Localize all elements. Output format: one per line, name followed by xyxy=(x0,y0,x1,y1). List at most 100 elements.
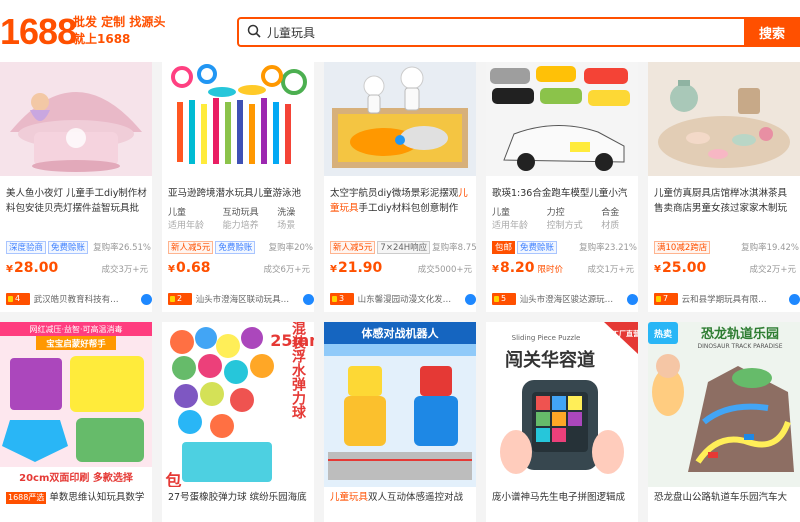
wangwang-chat-icon[interactable] xyxy=(789,293,800,305)
tag: 深度验商 xyxy=(6,240,47,254)
shop-row[interactable]: 7年 云和县学期玩具有限… xyxy=(648,290,800,312)
product-card[interactable]: 美人鱼小夜灯 儿童手工diy制作材料包安徒贝壳灯摆件益智玩具批发 深度验商 免费… xyxy=(0,62,152,312)
product-image[interactable]: Sliding Piece Puzzle 闯关华容道 工厂直营 xyxy=(486,322,638,487)
search-button[interactable]: 搜索 xyxy=(744,17,800,47)
attr: 洗澡 场景 xyxy=(277,208,296,231)
search-input[interactable] xyxy=(267,22,727,42)
product-image[interactable]: 热卖 恐龙轨道乐园 DINOSAUR TRACK PARADISE xyxy=(648,322,800,487)
shop-row[interactable]: 2年 汕头市澄海区联动玩具… xyxy=(162,290,314,312)
product-card[interactable]: 歌瑛1:36合金跑车模型儿童小汽车赛 儿童适用年龄 力控控制方式 合金材质 包邮… xyxy=(486,62,638,312)
product-card[interactable]: 网红减压·益智·可高温消毒 宝宝启蒙好帮手 20cm双面印刷 多款选择 1688… xyxy=(0,322,152,522)
shop-name[interactable]: 武汉皓贝教育科技有… xyxy=(34,293,138,305)
rebuy-rate: 复购率23.21% xyxy=(579,243,637,253)
price-row: ¥8.20 限时价 成交1万+元 xyxy=(492,260,634,284)
product-image[interactable] xyxy=(162,62,314,176)
product-tags: 深度验商 免费赊账 复购率26.51% xyxy=(6,240,151,254)
tag: 免费赊账 xyxy=(215,240,256,254)
rebuy-rate: 复购率20% xyxy=(268,243,313,253)
attr: 合金 材质 xyxy=(601,208,620,231)
sold-amount: 成交2万+元 xyxy=(749,265,796,275)
wangwang-chat-icon[interactable] xyxy=(465,293,476,305)
rebuy-rate: 复购率19.42% xyxy=(741,243,799,253)
product-image[interactable] xyxy=(648,62,800,176)
shop-years-badge: 5年 xyxy=(492,293,516,312)
product-image[interactable]: 25mm 混装浮水弹力球 包邮 xyxy=(162,322,314,487)
image-text: 20cm双面印刷 多款选择 xyxy=(19,471,134,484)
product-title[interactable]: 27号蛋橡胶弹力球 缤纷乐园海底捞 xyxy=(168,490,310,506)
sold-amount: 成交6万+元 xyxy=(263,265,310,275)
tag: 新人减5元 xyxy=(168,240,214,254)
search-box[interactable] xyxy=(237,17,746,47)
rebuy-rate: 复购率8.75% xyxy=(432,243,476,253)
site-logo[interactable]: 1688 xyxy=(0,14,77,50)
shop-name[interactable]: 汕头市澄海区骏达源玩… xyxy=(520,293,624,305)
tag: 7×24H响应 xyxy=(377,240,431,254)
wangwang-chat-icon[interactable] xyxy=(303,293,314,305)
image-text: 网红减压·益智·可高温消毒 xyxy=(29,324,122,334)
search-icon xyxy=(247,24,261,38)
product-card[interactable]: 儿童仿真厨具店馆榉冰淇淋茶具售卖商店男童女孩过家家木制玩具 满10减2跨店 复购… xyxy=(648,62,800,312)
image-text: 宝宝启蒙好帮手 xyxy=(46,339,106,350)
wangwang-chat-icon[interactable] xyxy=(141,293,152,305)
product-card[interactable]: Sliding Piece Puzzle 闯关华容道 工厂直营 庞小谱神马先生电… xyxy=(486,322,638,522)
image-text: Sliding Piece Puzzle xyxy=(512,334,581,342)
image-text: DINOSAUR TRACK PARADISE xyxy=(697,343,782,350)
product-title[interactable]: 1688严选单数思维认知玩具数学教 xyxy=(6,490,148,506)
price: ¥28.00 xyxy=(6,260,59,276)
product-image[interactable]: 体感对战机器人 xyxy=(324,322,476,487)
image-text: 恐龙轨道乐园 xyxy=(701,326,779,342)
product-title[interactable]: 太空宇航员diy微场景彩泥摆观儿童玩具手工diy材料包创意制作 xyxy=(330,186,472,216)
product-title[interactable]: 儿童仿真厨具店馆榉冰淇淋茶具售卖商店男童女孩过家家木制玩具 xyxy=(654,186,796,216)
price: ¥8.20 xyxy=(492,260,535,276)
product-title[interactable]: 庞小谱神马先生电子拼图逻辑成人儿 xyxy=(492,490,634,506)
attr: 儿童 适用年龄 xyxy=(492,208,529,231)
product-image[interactable] xyxy=(0,62,152,176)
shop-row[interactable]: 4年 武汉皓贝教育科技有… xyxy=(0,290,152,312)
shop-years-badge: 3年 xyxy=(330,293,354,312)
tag: 包邮 xyxy=(492,240,516,254)
product-card[interactable]: 体感对战机器人 儿童玩具双人互动体感遥控对战机器 xyxy=(324,322,476,522)
tag: 满10减2跨店 xyxy=(654,240,711,254)
sold-amount: 成交1万+元 xyxy=(587,265,634,275)
price: ¥21.90 xyxy=(330,260,383,276)
image-text: 包邮 xyxy=(163,471,182,487)
shop-row[interactable]: 3年 山东馨漫园动漫文化发… xyxy=(324,290,476,312)
product-title[interactable]: 美人鱼小夜灯 儿童手工diy制作材料包安徒贝壳灯摆件益智玩具批发 xyxy=(6,186,148,216)
product-attrs: 儿童 适用年龄 力控 控制方式 合金 材质 xyxy=(492,207,634,235)
product-card[interactable]: 亚马逊跨境潜水玩具儿童游泳池潜水鱼 儿童适用年龄 互动玩具能力培养 洗澡场景 新… xyxy=(162,62,314,312)
product-title[interactable]: 亚马逊跨境潜水玩具儿童游泳池潜水鱼 xyxy=(168,186,310,201)
product-image[interactable] xyxy=(324,62,476,176)
shop-name[interactable]: 云和县学期玩具有限… xyxy=(682,293,786,305)
shop-row[interactable]: 5年 汕头市澄海区骏达源玩… xyxy=(486,290,638,312)
rebuy-rate: 复购率26.51% xyxy=(93,243,151,253)
product-attrs: 儿童 适用年龄 互动玩具 能力培养 洗澡 场景 xyxy=(168,207,310,235)
product-title[interactable]: 恐龙盘山公路轨道车乐园汽车大冒险 xyxy=(654,490,796,506)
product-card[interactable]: 25mm 混装浮水弹力球 包邮 27号蛋橡胶弹力球 缤纷乐园海底捞 xyxy=(162,322,314,522)
shop-years-badge: 2年 xyxy=(168,293,192,312)
image-text: 闯关华容道 xyxy=(505,349,595,371)
product-image[interactable] xyxy=(486,62,638,176)
price-row: ¥0.68 成交6万+元 xyxy=(168,260,310,284)
price: ¥0.68 xyxy=(168,260,211,276)
attr: 力控 控制方式 xyxy=(546,208,583,231)
product-title[interactable]: 儿童玩具双人互动体感遥控对战机器 xyxy=(330,490,472,506)
price-row: ¥25.00 成交2万+元 xyxy=(654,260,796,284)
product-card[interactable]: 热卖 恐龙轨道乐园 DINOSAUR TRACK PARADISE 恐龙盘山公路… xyxy=(648,322,800,522)
sold-amount: 成交3万+元 xyxy=(101,265,148,275)
shop-name[interactable]: 山东馨漫园动漫文化发… xyxy=(358,293,462,305)
tag: 免费赊账 xyxy=(48,240,89,254)
image-text: 混装浮水弹力球 xyxy=(290,322,307,420)
product-card[interactable]: 太空宇航员diy微场景彩泥摆观儿童玩具手工diy材料包创意制作 新人减5元 7×… xyxy=(324,62,476,312)
wangwang-chat-icon[interactable] xyxy=(627,293,638,305)
slogan-line-1: 批发 定制 找源头 xyxy=(73,15,166,29)
product-image[interactable]: 网红减压·益智·可高温消毒 宝宝启蒙好帮手 20cm双面印刷 多款选择 xyxy=(0,322,152,487)
price-row: ¥28.00 成交3万+元 xyxy=(6,260,148,284)
image-text: 热卖 xyxy=(654,328,672,340)
price-row: ¥21.90 成交5000+元 xyxy=(330,260,472,284)
shop-name[interactable]: 汕头市澄海区联动玩具… xyxy=(196,293,300,305)
image-text: 体感对战机器人 xyxy=(362,326,440,340)
shop-years-badge: 4年 xyxy=(6,293,30,312)
product-title[interactable]: 歌瑛1:36合金跑车模型儿童小汽车赛 xyxy=(492,186,634,201)
shop-years-badge: 7年 xyxy=(654,293,678,312)
product-tags: 新人减5元 7×24H响应 复购率8.75% xyxy=(330,240,476,254)
